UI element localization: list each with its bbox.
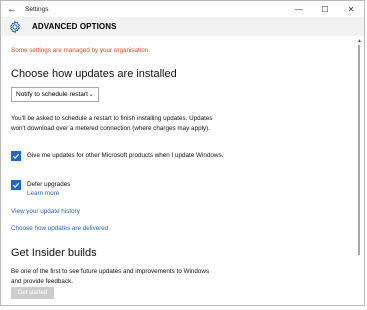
- title-bar: ← Settings — ☐ ✕: [1, 1, 364, 17]
- window-controls: — ☐ ✕: [286, 1, 364, 17]
- defer-upgrades-checkbox[interactable]: [11, 180, 21, 190]
- minimize-button[interactable]: —: [286, 1, 312, 17]
- managed-notice: Some settings are managed by your organi…: [11, 47, 150, 54]
- back-arrow-icon: ←: [7, 3, 17, 15]
- defer-upgrades-option[interactable]: Defer upgrades Learn more: [11, 180, 227, 198]
- updates-description: You'll be asked to schedule a restart to…: [11, 115, 213, 132]
- chevron-down-icon: ⌄: [88, 91, 94, 98]
- scrollbar-thumb[interactable]: [358, 45, 360, 255]
- defer-upgrades-label-group: Defer upgrades Learn more: [27, 180, 227, 198]
- learn-more-link[interactable]: Learn more: [27, 189, 227, 198]
- insider-description: Be one of the first to see future update…: [11, 268, 210, 285]
- updates-heading: Choose how updates are installed: [11, 68, 177, 80]
- maximize-button[interactable]: ☐: [312, 1, 338, 17]
- other-products-option[interactable]: Give me updates for other Microsoft prod…: [11, 151, 227, 161]
- maximize-icon: ☐: [321, 4, 329, 14]
- page-title: ADVANCED OPTIONS: [32, 22, 117, 31]
- update-history-link[interactable]: View your update history: [11, 208, 80, 215]
- get-started-button[interactable]: Get started: [11, 287, 54, 299]
- delivery-options-link[interactable]: Choose how updates are delivered: [11, 225, 108, 232]
- window-title: Settings: [25, 5, 49, 13]
- settings-window: ← Settings — ☐ ✕ ADVANCED OPTIONS Some s…: [0, 0, 365, 306]
- scroll-up-arrow-icon[interactable]: ▲: [357, 38, 362, 44]
- back-button[interactable]: ←: [1, 1, 23, 17]
- other-products-checkbox[interactable]: [11, 151, 21, 161]
- close-icon: ✕: [347, 4, 355, 14]
- insider-heading: Get Insider builds: [11, 247, 97, 259]
- dropdown-value: Notify to schedule restart: [16, 91, 88, 98]
- install-mode-dropdown[interactable]: Notify to schedule restart ⌄: [11, 87, 99, 102]
- checkmark-icon: [12, 182, 20, 188]
- minimize-icon: —: [295, 4, 303, 14]
- other-products-label: Give me updates for other Microsoft prod…: [27, 152, 224, 159]
- checkmark-icon: [12, 153, 20, 159]
- close-button[interactable]: ✕: [338, 1, 364, 17]
- page-header: ADVANCED OPTIONS: [1, 17, 364, 36]
- defer-upgrades-label: Defer upgrades: [27, 181, 71, 188]
- gear-icon: [7, 19, 23, 35]
